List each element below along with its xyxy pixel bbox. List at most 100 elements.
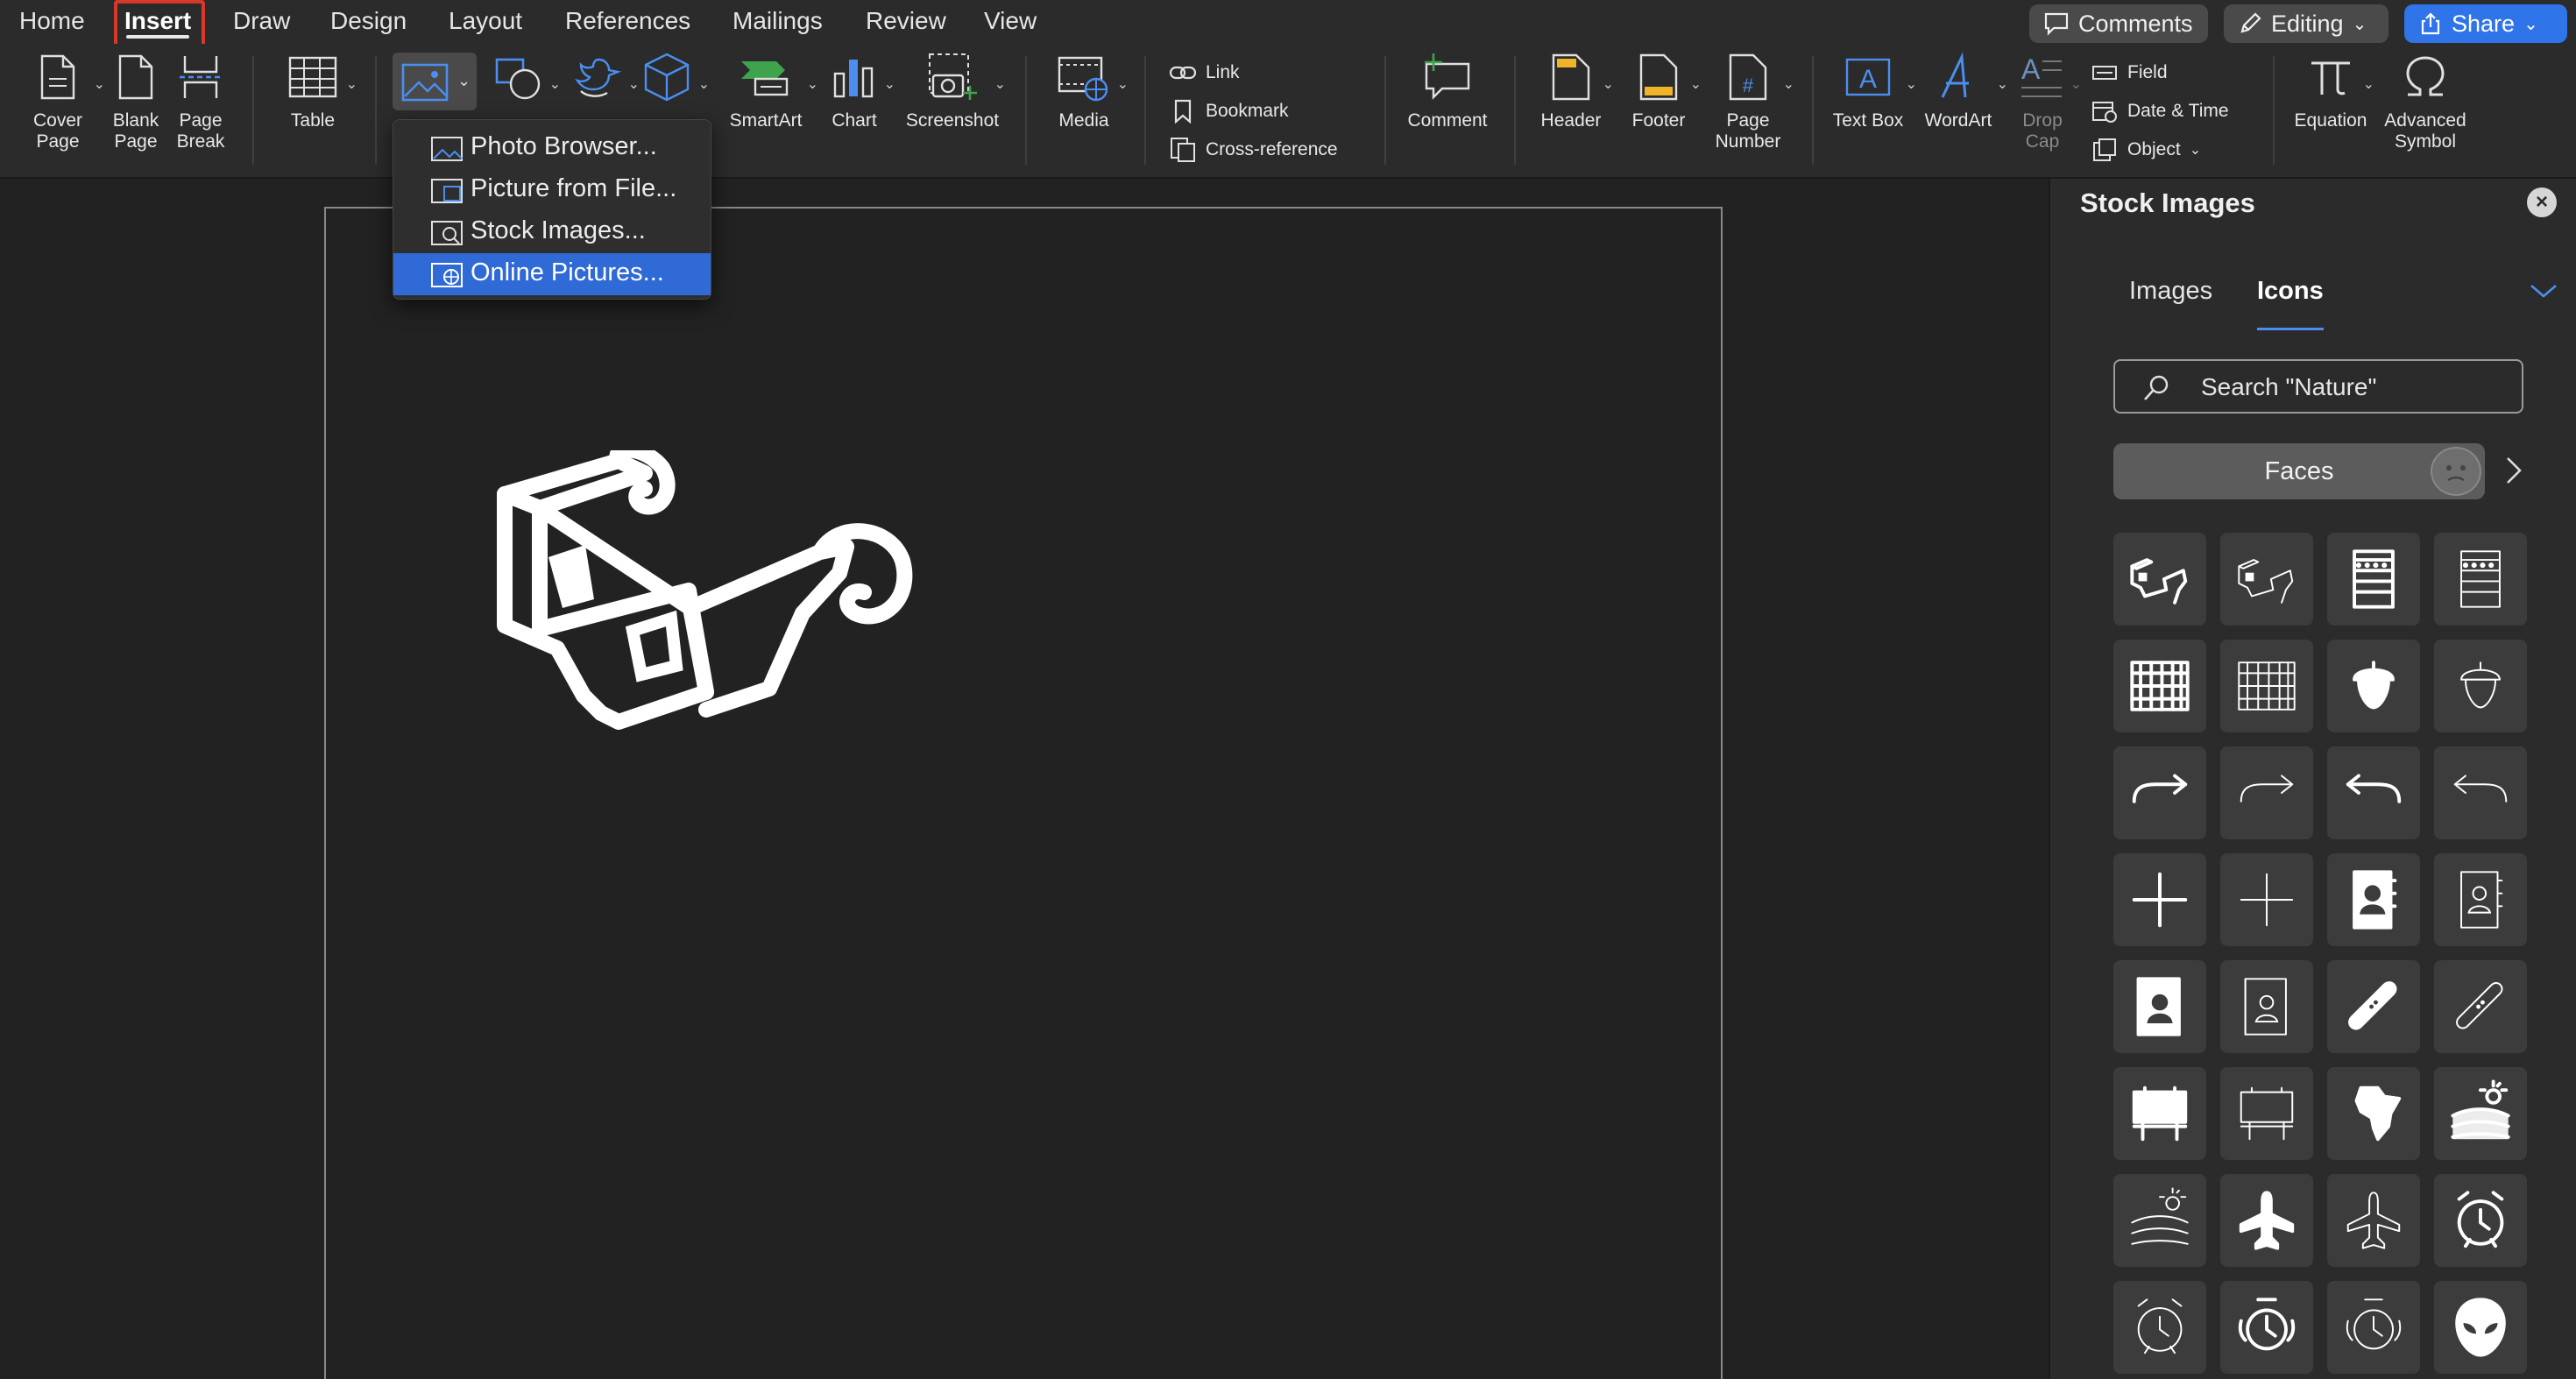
chevron-down-icon[interactable]: ⌄ xyxy=(1783,75,1794,93)
close-icon[interactable]: × xyxy=(2527,187,2557,217)
chevron-down-icon[interactable]: ⌄ xyxy=(2070,75,2082,93)
chevron-down-icon[interactable]: ⌄ xyxy=(549,75,561,93)
media-button[interactable]: Media ⌄ xyxy=(1048,44,1129,131)
tab-draw[interactable]: Draw xyxy=(233,5,290,37)
menu-item-photo-browser[interactable]: Photo Browser... xyxy=(393,127,711,169)
icon-result-billboard-outline[interactable] xyxy=(2220,1067,2313,1160)
tab-review[interactable]: Review xyxy=(866,5,946,37)
tab-images[interactable]: Images xyxy=(2129,277,2212,306)
chevron-down-icon[interactable]: ⌄ xyxy=(2363,75,2374,93)
chart-button[interactable]: Chart ⌄ xyxy=(824,44,895,131)
page-break-button[interactable]: Page Break xyxy=(172,44,230,152)
header-button[interactable]: Header ⌄ xyxy=(1535,44,1614,131)
menu-item-online-pictures[interactable]: Online Pictures... xyxy=(393,253,711,295)
icon-result-airplane-outline[interactable] xyxy=(2327,1174,2420,1267)
insert-comment-button[interactable]: Comment xyxy=(1402,44,1493,131)
icon-result-abacus-frame-outline[interactable] xyxy=(2220,640,2313,732)
date-time-button[interactable]: Date & Time xyxy=(2091,98,2229,124)
chevron-down-icon[interactable] xyxy=(2529,282,2558,300)
icon-result-plus-thin[interactable] xyxy=(2220,853,2313,946)
chevron-down-icon[interactable]: ⌄ xyxy=(807,75,818,93)
icon-result-acorn-filled[interactable] xyxy=(2327,640,2420,732)
chevron-down-icon[interactable]: ⌄ xyxy=(94,75,105,93)
equation-button[interactable]: Equation ⌄ xyxy=(2290,44,2374,131)
footer-button[interactable]: Footer ⌄ xyxy=(1623,44,1702,131)
chevron-down-icon[interactable]: ⌄ xyxy=(884,75,895,93)
tab-home[interactable]: Home xyxy=(19,5,85,37)
icon-result-plus-bold[interactable] xyxy=(2113,853,2206,946)
link-button[interactable]: Link xyxy=(1169,60,1240,86)
screenshot-button[interactable]: Screenshot ⌄ xyxy=(901,44,1006,131)
comments-button[interactable]: Comments xyxy=(2029,4,2208,43)
icon-result-address-book-outline[interactable] xyxy=(2434,853,2527,946)
chevron-right-icon[interactable] xyxy=(2504,456,2523,485)
shapes-button[interactable]: ⌄ xyxy=(489,44,561,110)
icon-result-3d-glasses-outline[interactable] xyxy=(2220,533,2313,626)
icon-result-alarm-clock-filled[interactable] xyxy=(2434,1174,2527,1267)
icon-result-acorn-outline[interactable] xyxy=(2434,640,2527,732)
tab-icons[interactable]: Icons xyxy=(2257,277,2324,306)
chevron-down-icon[interactable]: ⌄ xyxy=(994,75,1006,93)
drop-cap-button[interactable]: A Drop Cap ⌄ xyxy=(2008,44,2082,152)
icon-result-africa-filled[interactable] xyxy=(2327,1067,2420,1160)
tab-view[interactable]: View xyxy=(984,5,1037,37)
icon-result-billboard-filled[interactable] xyxy=(2113,1067,2206,1160)
icon-result-address-book-filled[interactable] xyxy=(2327,853,2420,946)
field-button[interactable]: Field xyxy=(2091,60,2168,86)
cover-page-button[interactable]: Cover Page ⌄ xyxy=(26,44,105,152)
chevron-down-icon[interactable]: ⌄ xyxy=(2190,141,2201,159)
icon-result-abacus-frame-filled[interactable] xyxy=(2113,640,2206,732)
icons-button[interactable]: ⌄ xyxy=(568,44,640,110)
advanced-symbol-button[interactable]: Advanced Symbol xyxy=(2380,44,2471,152)
menu-item-picture-from-file[interactable]: Picture from File... xyxy=(393,169,711,211)
tab-mailings[interactable]: Mailings xyxy=(732,5,823,37)
document-page[interactable] xyxy=(324,207,1723,1379)
icon-result-arrow-turn-right-thin[interactable] xyxy=(2220,746,2313,839)
3d-models-button[interactable]: ⌄ xyxy=(636,44,710,110)
icon-result-field-sun-filled[interactable] xyxy=(2434,1067,2527,1160)
icon-result-contact-book-outline[interactable] xyxy=(2220,960,2313,1053)
pictures-button[interactable]: ⌄ xyxy=(393,53,477,110)
icon-result-alarm-ringing-filled[interactable] xyxy=(2220,1281,2313,1374)
icon-result-alien-face-filled[interactable] xyxy=(2434,1281,2527,1374)
tab-design[interactable]: Design xyxy=(330,5,407,37)
table-button[interactable]: Table ⌄ xyxy=(273,44,357,131)
icon-result-abacus-outline[interactable] xyxy=(2434,533,2527,626)
tab-references[interactable]: References xyxy=(565,5,690,37)
chevron-down-icon[interactable]: ⌄ xyxy=(1997,75,2008,93)
icon-result-arrow-turn-left-thin[interactable] xyxy=(2434,746,2527,839)
wordart-button[interactable]: WordArt ⌄ xyxy=(1919,44,2008,131)
chevron-down-icon[interactable]: ⌄ xyxy=(698,75,710,93)
icon-result-bandage-filled[interactable] xyxy=(2327,960,2420,1053)
share-button[interactable]: Share ⌄ xyxy=(2404,4,2567,43)
icon-result-field-sun-outline[interactable] xyxy=(2113,1174,2206,1267)
search-input[interactable]: Search "Nature" xyxy=(2113,359,2523,414)
icon-result-bandage-outline[interactable] xyxy=(2434,960,2527,1053)
icon-result-arrow-turn-left-bold[interactable] xyxy=(2327,746,2420,839)
cross-reference-button[interactable]: Cross-reference xyxy=(1169,137,1338,163)
icon-result-airplane-filled[interactable] xyxy=(2220,1174,2313,1267)
object-button[interactable]: Object ⌄ xyxy=(2091,137,2201,163)
bookmark-button[interactable]: Bookmark xyxy=(1169,98,1289,124)
chevron-down-icon[interactable]: ⌄ xyxy=(1906,75,1917,93)
smartart-button[interactable]: SmartArt ⌄ xyxy=(724,44,818,131)
3d-glasses-image[interactable] xyxy=(487,450,925,731)
chevron-down-icon[interactable]: ⌄ xyxy=(346,75,357,93)
icon-result-alarm-clock-outline[interactable] xyxy=(2113,1281,2206,1374)
icon-result-3d-glasses-filled[interactable] xyxy=(2113,533,2206,626)
airplane-outline-icon xyxy=(2346,1192,2401,1249)
menu-item-stock-images[interactable]: Stock Images... xyxy=(393,211,711,253)
page-number-button[interactable]: # Page Number ⌄ xyxy=(1710,44,1794,152)
tab-layout[interactable]: Layout xyxy=(449,5,522,37)
icon-result-contact-book-filled[interactable] xyxy=(2113,960,2206,1053)
category-faces-button[interactable]: Faces xyxy=(2113,443,2485,499)
blank-page-button[interactable]: Blank Page xyxy=(105,44,166,152)
icon-result-arrow-turn-right-bold[interactable] xyxy=(2113,746,2206,839)
chevron-down-icon[interactable]: ⌄ xyxy=(1603,75,1614,93)
icon-result-alarm-ringing-outline[interactable] xyxy=(2327,1281,2420,1374)
icon-result-abacus-filled[interactable] xyxy=(2327,533,2420,626)
text-box-button[interactable]: A Text Box ⌄ xyxy=(1828,44,1917,131)
chevron-down-icon[interactable]: ⌄ xyxy=(1690,75,1702,93)
editing-mode-button[interactable]: Editing ⌄ xyxy=(2224,4,2388,43)
chevron-down-icon[interactable]: ⌄ xyxy=(1117,75,1129,93)
